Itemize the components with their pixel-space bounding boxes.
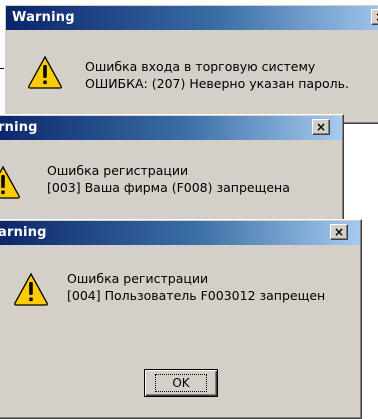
title-bar[interactable]: arning × — [0, 221, 360, 245]
title-bar[interactable]: Warning × — [6, 6, 378, 30]
message-line-1: Ошибка входа в торговую систему — [85, 59, 316, 74]
close-button[interactable]: × — [312, 119, 330, 135]
warning-icon — [0, 165, 20, 199]
dialog-title: arning — [0, 225, 47, 240]
message-line-2: [004] Пользователь F003012 запрещен — [67, 288, 326, 303]
message-line-1: Ошибка регистрации — [47, 163, 189, 178]
message-line-2: ОШИБКА: (207) Неверно указан пароль. — [85, 76, 350, 91]
message-line-1: Ошибка регистрации — [67, 271, 209, 286]
dialog-title: Warning — [12, 10, 75, 25]
message-line-2: [003] Ваша фирма (F008) запрещена — [47, 180, 290, 195]
close-button[interactable]: × — [330, 224, 348, 240]
warning-dialog-2: rning × Ошибка регистрации [003] Ваша фи… — [0, 114, 344, 224]
warning-dialog-3: arning × Ошибка регистрации [004] Пользо… — [0, 219, 362, 419]
dialog-title: rning — [0, 120, 38, 135]
warning-icon — [28, 55, 62, 89]
title-bar[interactable]: rning × — [0, 116, 342, 140]
ok-button[interactable]: OK — [144, 369, 218, 397]
warning-icon — [14, 272, 48, 306]
close-button[interactable]: × — [371, 9, 378, 25]
ok-label: OK — [155, 374, 207, 392]
warning-dialog-1: Warning × Ошибка входа в торговую систем… — [4, 4, 378, 124]
